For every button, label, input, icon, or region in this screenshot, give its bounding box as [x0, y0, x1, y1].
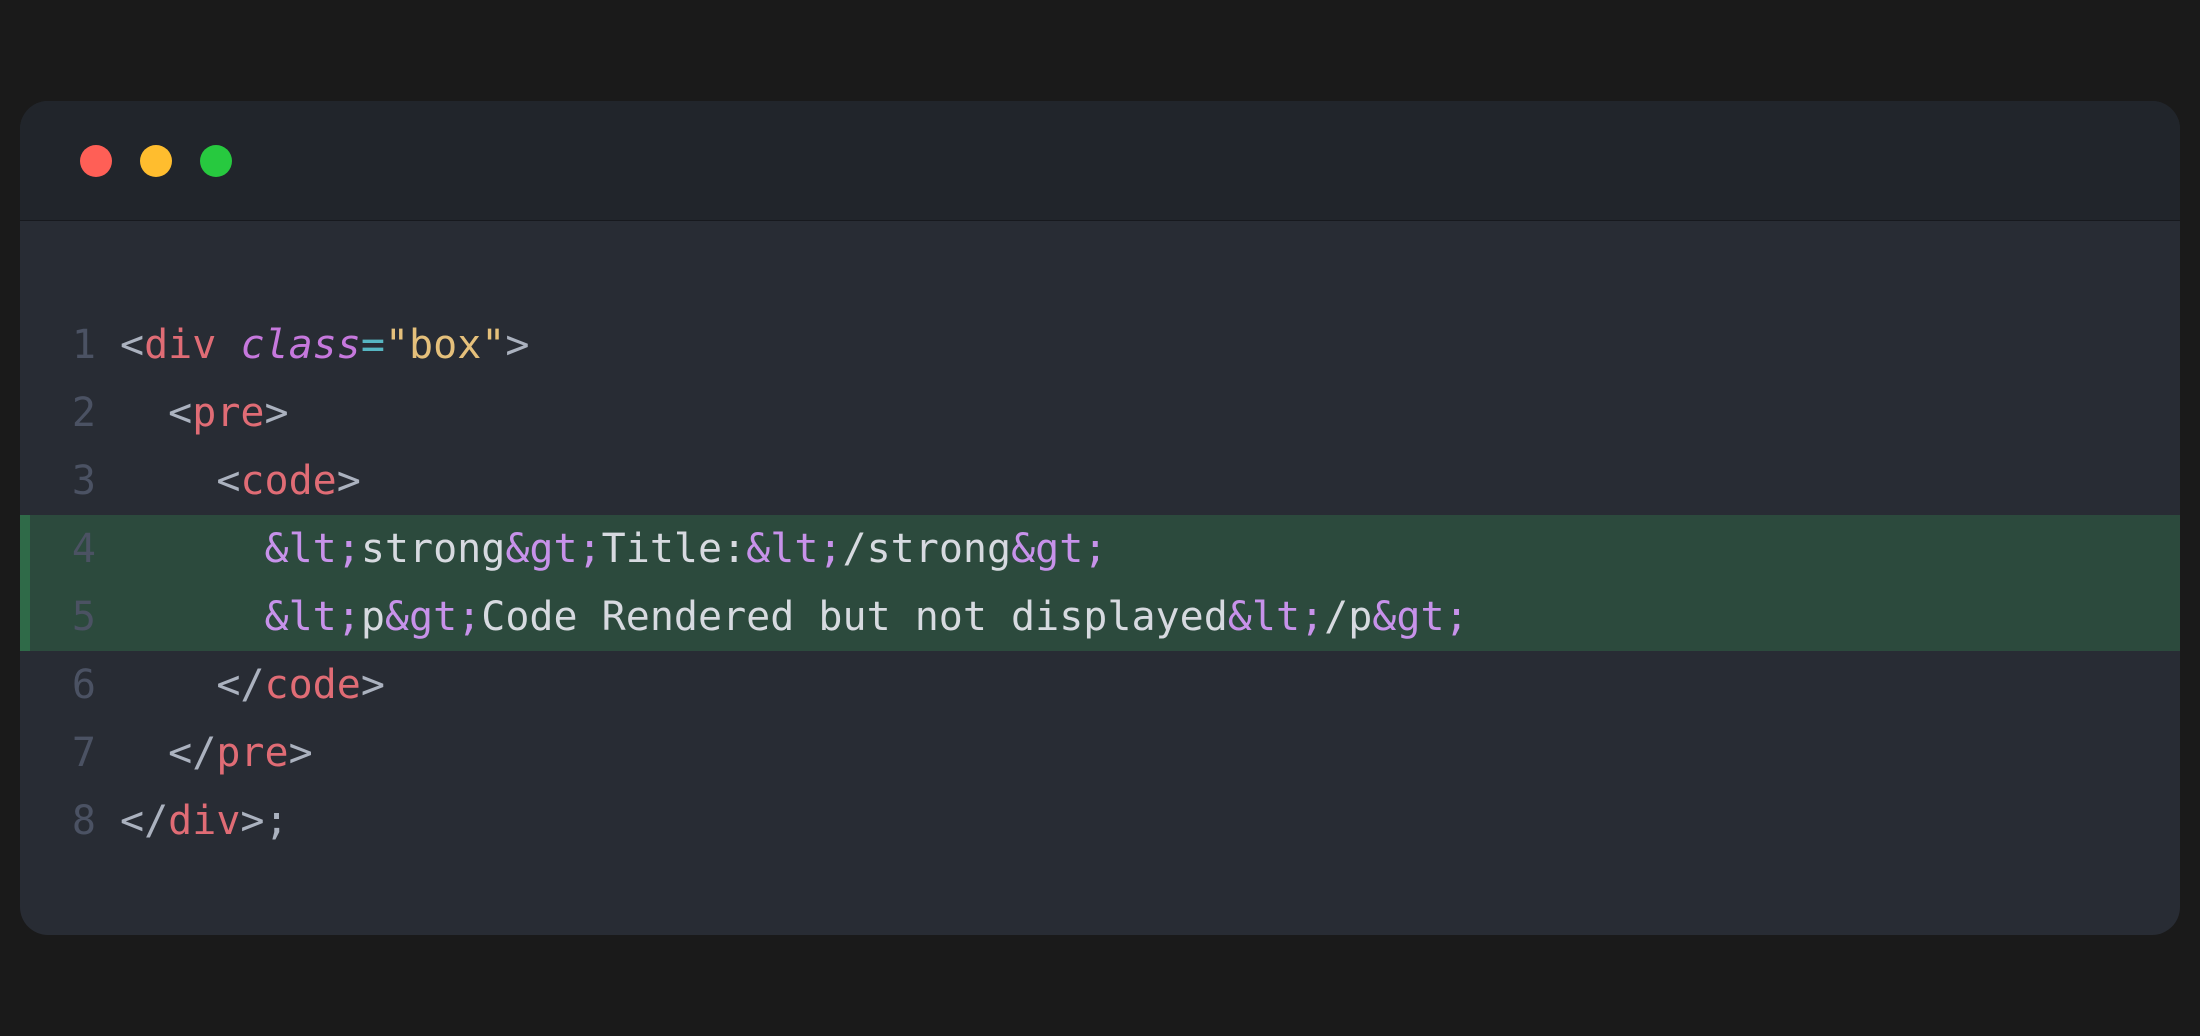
line-number: 6 [20, 651, 120, 719]
line-number: 1 [20, 311, 120, 379]
code-content: </code> [120, 651, 385, 719]
code-editor[interactable]: 1 <div class="box"> 2 <pre> 3 <code> 4 &… [20, 221, 2180, 935]
code-content: &lt;strong&gt;Title:&lt;/strong&gt; [120, 515, 1107, 583]
line-number: 4 [20, 515, 120, 583]
minimize-icon[interactable] [140, 145, 172, 177]
code-line: 2 <pre> [20, 379, 2180, 447]
code-line: 1 <div class="box"> [20, 311, 2180, 379]
code-content: <div class="box"> [120, 311, 529, 379]
code-content: <code> [120, 447, 361, 515]
close-icon[interactable] [80, 145, 112, 177]
line-number: 3 [20, 447, 120, 515]
code-window: 1 <div class="box"> 2 <pre> 3 <code> 4 &… [20, 101, 2180, 935]
line-number: 2 [20, 379, 120, 447]
code-line-highlighted: 4 &lt;strong&gt;Title:&lt;/strong&gt; [20, 515, 2180, 583]
code-line: 8 </div>; [20, 787, 2180, 855]
line-number: 7 [20, 719, 120, 787]
code-line: 3 <code> [20, 447, 2180, 515]
code-line-highlighted: 5 &lt;p&gt;Code Rendered but not display… [20, 583, 2180, 651]
code-line: 7 </pre> [20, 719, 2180, 787]
code-line: 6 </code> [20, 651, 2180, 719]
code-content: <pre> [120, 379, 289, 447]
maximize-icon[interactable] [200, 145, 232, 177]
code-content: </div>; [120, 787, 289, 855]
titlebar [20, 101, 2180, 221]
line-number: 8 [20, 787, 120, 855]
line-number: 5 [20, 583, 120, 651]
code-content: </pre> [120, 719, 313, 787]
code-content: &lt;p&gt;Code Rendered but not displayed… [120, 583, 1469, 651]
